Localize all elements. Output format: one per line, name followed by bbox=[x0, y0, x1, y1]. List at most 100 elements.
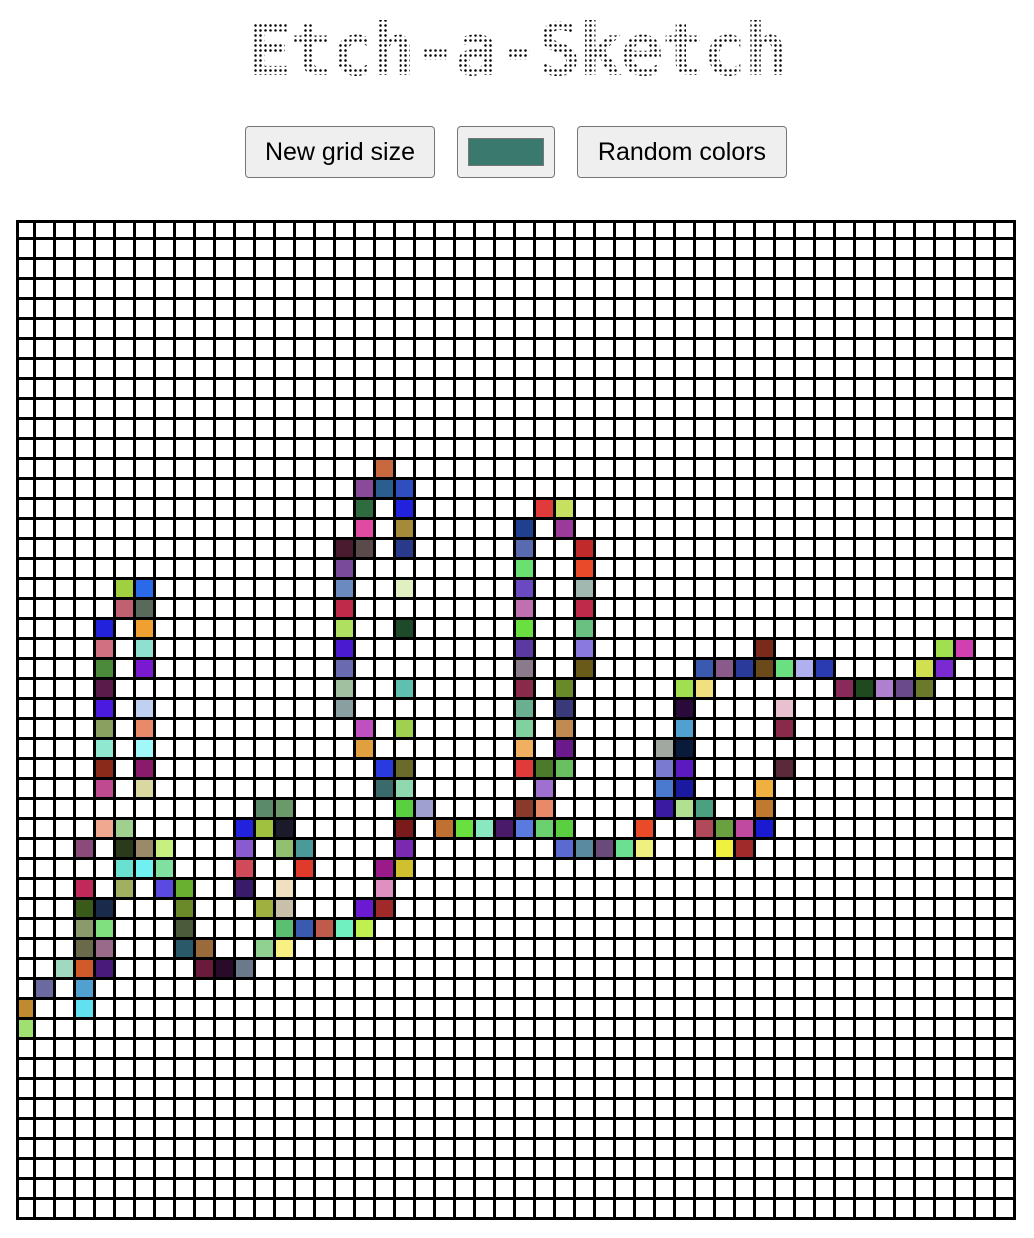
grid-cell[interactable] bbox=[396, 840, 416, 860]
grid-cell[interactable] bbox=[696, 660, 716, 680]
grid-cell[interactable] bbox=[856, 940, 876, 960]
grid-cell[interactable] bbox=[436, 420, 456, 440]
grid-cell[interactable] bbox=[816, 340, 836, 360]
grid-cell[interactable] bbox=[696, 780, 716, 800]
grid-cell[interactable] bbox=[596, 680, 616, 700]
grid-cell[interactable] bbox=[536, 240, 556, 260]
grid-cell[interactable] bbox=[636, 1200, 656, 1220]
grid-cell[interactable] bbox=[956, 220, 976, 240]
grid-cell[interactable] bbox=[176, 940, 196, 960]
grid-cell[interactable] bbox=[316, 620, 336, 640]
grid-cell[interactable] bbox=[856, 1020, 876, 1040]
grid-cell[interactable] bbox=[676, 360, 696, 380]
grid-cell[interactable] bbox=[416, 960, 436, 980]
grid-cell[interactable] bbox=[576, 500, 596, 520]
grid-cell[interactable] bbox=[496, 520, 516, 540]
grid-cell[interactable] bbox=[496, 560, 516, 580]
grid-cell[interactable] bbox=[216, 880, 236, 900]
grid-cell[interactable] bbox=[596, 380, 616, 400]
grid-cell[interactable] bbox=[636, 1020, 656, 1040]
grid-cell[interactable] bbox=[336, 980, 356, 1000]
grid-cell[interactable] bbox=[956, 860, 976, 880]
grid-cell[interactable] bbox=[896, 260, 916, 280]
grid-cell[interactable] bbox=[556, 440, 576, 460]
grid-cell[interactable] bbox=[496, 1040, 516, 1060]
grid-cell[interactable] bbox=[996, 940, 1016, 960]
grid-cell[interactable] bbox=[356, 1120, 376, 1140]
grid-cell[interactable] bbox=[696, 980, 716, 1000]
grid-cell[interactable] bbox=[216, 600, 236, 620]
grid-cell[interactable] bbox=[416, 760, 436, 780]
grid-cell[interactable] bbox=[136, 560, 156, 580]
grid-cell[interactable] bbox=[16, 600, 36, 620]
grid-cell[interactable] bbox=[816, 660, 836, 680]
grid-cell[interactable] bbox=[336, 680, 356, 700]
grid-cell[interactable] bbox=[276, 400, 296, 420]
grid-cell[interactable] bbox=[396, 420, 416, 440]
grid-cell[interactable] bbox=[716, 640, 736, 660]
grid-cell[interactable] bbox=[136, 1000, 156, 1020]
grid-cell[interactable] bbox=[916, 520, 936, 540]
grid-cell[interactable] bbox=[276, 1060, 296, 1080]
grid-cell[interactable] bbox=[496, 1200, 516, 1220]
grid-cell[interactable] bbox=[296, 260, 316, 280]
grid-cell[interactable] bbox=[996, 560, 1016, 580]
grid-cell[interactable] bbox=[616, 780, 636, 800]
grid-cell[interactable] bbox=[496, 1100, 516, 1120]
grid-cell[interactable] bbox=[316, 860, 336, 880]
grid-cell[interactable] bbox=[396, 380, 416, 400]
grid-cell[interactable] bbox=[56, 540, 76, 560]
grid-cell[interactable] bbox=[216, 1200, 236, 1220]
grid-cell[interactable] bbox=[756, 840, 776, 860]
grid-cell[interactable] bbox=[816, 220, 836, 240]
grid-cell[interactable] bbox=[356, 1140, 376, 1160]
grid-cell[interactable] bbox=[176, 820, 196, 840]
grid-cell[interactable] bbox=[36, 1160, 56, 1180]
grid-cell[interactable] bbox=[176, 900, 196, 920]
grid-cell[interactable] bbox=[916, 240, 936, 260]
grid-cell[interactable] bbox=[756, 1000, 776, 1020]
grid-cell[interactable] bbox=[656, 280, 676, 300]
grid-cell[interactable] bbox=[136, 300, 156, 320]
grid-cell[interactable] bbox=[96, 800, 116, 820]
grid-cell[interactable] bbox=[836, 560, 856, 580]
grid-cell[interactable] bbox=[556, 340, 576, 360]
grid-cell[interactable] bbox=[716, 880, 736, 900]
grid-cell[interactable] bbox=[256, 880, 276, 900]
grid-cell[interactable] bbox=[356, 300, 376, 320]
grid-cell[interactable] bbox=[756, 1060, 776, 1080]
grid-cell[interactable] bbox=[376, 360, 396, 380]
grid-cell[interactable] bbox=[916, 440, 936, 460]
grid-cell[interactable] bbox=[516, 940, 536, 960]
grid-cell[interactable] bbox=[276, 440, 296, 460]
grid-cell[interactable] bbox=[816, 1180, 836, 1200]
grid-cell[interactable] bbox=[936, 480, 956, 500]
grid-cell[interactable] bbox=[16, 320, 36, 340]
grid-cell[interactable] bbox=[916, 460, 936, 480]
grid-cell[interactable] bbox=[836, 960, 856, 980]
grid-cell[interactable] bbox=[296, 820, 316, 840]
grid-cell[interactable] bbox=[596, 820, 616, 840]
grid-cell[interactable] bbox=[616, 240, 636, 260]
grid-cell[interactable] bbox=[376, 540, 396, 560]
grid-cell[interactable] bbox=[476, 280, 496, 300]
grid-cell[interactable] bbox=[416, 380, 436, 400]
grid-cell[interactable] bbox=[196, 1020, 216, 1040]
grid-cell[interactable] bbox=[936, 1120, 956, 1140]
grid-cell[interactable] bbox=[956, 840, 976, 860]
grid-cell[interactable] bbox=[156, 280, 176, 300]
grid-cell[interactable] bbox=[116, 540, 136, 560]
grid-cell[interactable] bbox=[996, 220, 1016, 240]
grid-cell[interactable] bbox=[216, 760, 236, 780]
grid-cell[interactable] bbox=[796, 1160, 816, 1180]
grid-cell[interactable] bbox=[836, 940, 856, 960]
grid-cell[interactable] bbox=[36, 680, 56, 700]
grid-cell[interactable] bbox=[656, 1200, 676, 1220]
grid-cell[interactable] bbox=[76, 1000, 96, 1020]
grid-cell[interactable] bbox=[36, 600, 56, 620]
grid-cell[interactable] bbox=[616, 360, 636, 380]
grid-cell[interactable] bbox=[596, 780, 616, 800]
grid-cell[interactable] bbox=[156, 620, 176, 640]
grid-cell[interactable] bbox=[876, 820, 896, 840]
grid-cell[interactable] bbox=[776, 620, 796, 640]
